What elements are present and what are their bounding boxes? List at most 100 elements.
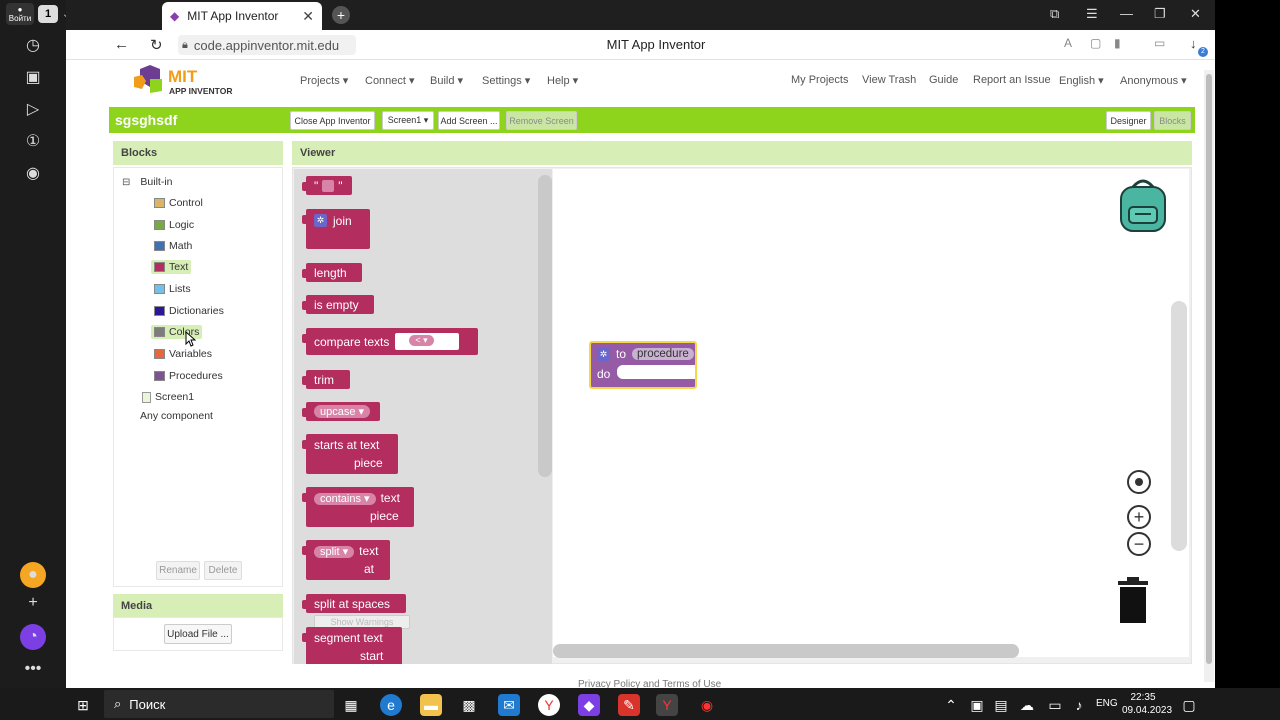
link-guide[interactable]: Guide (929, 74, 958, 86)
block-contains[interactable]: contains ▾ text piece (302, 487, 414, 527)
block-starts-at[interactable]: starts at text piece (302, 434, 398, 474)
extensions-icon[interactable]: ▢ (1090, 36, 1101, 50)
url-field[interactable]: 🔒︎ code.appinventor.mit.edu (178, 35, 356, 55)
login-button[interactable]: ● Войти (6, 3, 34, 25)
menu-account[interactable]: Anonymous ▾ (1120, 74, 1187, 87)
tray-display-icon[interactable]: ▭ (1044, 694, 1066, 716)
menu-help[interactable]: Help ▾ (547, 74, 578, 87)
back-icon[interactable]: ← (114, 36, 129, 53)
blocks-button[interactable]: Blocks (1154, 111, 1191, 130)
menu-connect[interactable]: Connect ▾ (365, 74, 415, 87)
tree-item-dictionaries[interactable]: Dictionaries (154, 305, 224, 317)
blocks-workspace[interactable]: ✲ to procedure do + − (553, 169, 1189, 657)
upload-file-button[interactable]: Upload File ... (164, 624, 232, 644)
upcase-dropdown[interactable]: upcase ▾ (314, 405, 371, 418)
play-icon[interactable]: ▷ (20, 96, 46, 122)
alice-icon[interactable]: ◔ (20, 624, 46, 650)
compare-operator-dropdown[interactable]: < ▾ (409, 335, 434, 346)
translate-icon[interactable]: A (1064, 36, 1072, 50)
flyout-scrollbar[interactable] (538, 175, 552, 477)
more-icon[interactable]: ••• (20, 656, 46, 682)
app-icon[interactable]: ● (20, 562, 46, 588)
link-view-trash[interactable]: View Trash (862, 74, 916, 86)
camera-icon[interactable]: ◉ (20, 160, 46, 186)
bookmark-icon[interactable]: ▮ (1114, 36, 1121, 50)
menu-build[interactable]: Build ▾ (430, 74, 463, 87)
tree-item-any-component[interactable]: Any component (140, 410, 213, 422)
store-icon[interactable]: ▩ (458, 694, 480, 716)
link-report-issue[interactable]: Report an Issue (973, 74, 1051, 86)
block-is-empty[interactable]: is empty (302, 295, 374, 314)
trash-icon[interactable] (1115, 577, 1151, 625)
download-icon[interactable]: ↓ (1190, 36, 1197, 51)
tree-item-control[interactable]: Control (154, 197, 203, 209)
maximize-icon[interactable]: ❐ (1154, 6, 1166, 22)
rename-button[interactable]: Rename (156, 561, 200, 580)
clock[interactable]: 22:35 09.04.2023 (1122, 691, 1172, 717)
tree-item-text[interactable]: Text (151, 260, 192, 274)
workspace-scrollbar[interactable] (1171, 301, 1187, 551)
tab-count-button[interactable]: 1 (38, 5, 58, 23)
block-upcase[interactable]: upcase ▾ (302, 402, 380, 421)
yandex-browser-icon[interactable]: Y (656, 694, 678, 716)
yandex-icon[interactable]: Y (538, 694, 560, 716)
zoom-in-icon[interactable]: + (1127, 505, 1151, 529)
bookmark-one-icon[interactable]: ① (20, 128, 46, 154)
screen-select[interactable]: Screen1 ▾ (382, 111, 434, 130)
taskbar-search[interactable]: ⌕ Поиск (104, 690, 334, 718)
close-tab-icon[interactable]: ✕ (302, 8, 314, 25)
collections-icon[interactable]: ▣ (20, 64, 46, 90)
backpack-icon[interactable] (1115, 177, 1171, 235)
task-view-icon[interactable]: ▦ (340, 694, 362, 716)
block-split-at-spaces[interactable]: split at spaces (302, 594, 406, 613)
sync-icon[interactable]: ▭ (1154, 36, 1165, 50)
tree-item-logic[interactable]: Logic (154, 219, 194, 231)
recenter-icon[interactable] (1127, 470, 1151, 494)
link-my-projects[interactable]: My Projects (791, 74, 848, 86)
contains-dropdown[interactable]: contains ▾ (314, 493, 376, 505)
tree-item-variables[interactable]: Variables (154, 348, 212, 360)
collections-icon[interactable]: ⧉ (1050, 6, 1059, 22)
remove-screen-button[interactable]: Remove Screen (506, 111, 577, 130)
tray-cloud-icon[interactable]: ☁ (1016, 694, 1038, 716)
workspace-horizontal-scrollbar[interactable] (553, 644, 1019, 658)
tree-builtin[interactable]: ⊟ Built-in (122, 176, 173, 188)
history-icon[interactable]: ◷ (20, 32, 46, 58)
app-inventor-logo[interactable]: MIT APP INVENTOR (132, 65, 242, 97)
page-scrollbar[interactable] (1204, 70, 1214, 682)
app-red-icon[interactable]: ✎ (618, 694, 640, 716)
split-dropdown[interactable]: split ▾ (314, 546, 355, 558)
menu-icon[interactable]: ☰ (1086, 6, 1098, 22)
mail-icon[interactable]: ✉ (498, 694, 520, 716)
tray-chevron-icon[interactable]: ⌃ (940, 694, 962, 716)
block-segment[interactable]: segment text start (302, 627, 402, 664)
menu-language[interactable]: English ▾ (1059, 74, 1104, 87)
designer-button[interactable]: Designer (1106, 111, 1151, 130)
block-compare-texts[interactable]: compare texts < ▾ (302, 328, 478, 355)
reload-icon[interactable]: ↻ (150, 36, 163, 54)
edge-icon[interactable]: e (380, 694, 402, 716)
recorder-icon[interactable]: ◉ (696, 694, 718, 716)
close-app-inventor-button[interactable]: Close App Inventor (290, 111, 375, 130)
language-indicator[interactable]: ENG (1096, 698, 1118, 709)
menu-settings[interactable]: Settings ▾ (482, 74, 530, 87)
add-icon[interactable]: + (20, 590, 46, 616)
block-text-string[interactable]: " " (302, 176, 352, 195)
block-procedure[interactable]: ✲ to procedure do (589, 341, 697, 389)
page-scrollbar-thumb[interactable] (1206, 74, 1212, 664)
menu-projects[interactable]: Projects ▾ (300, 74, 348, 87)
notifications-icon[interactable]: ▢ (1178, 694, 1200, 716)
tree-item-procedures[interactable]: Procedures (154, 370, 223, 382)
add-screen-button[interactable]: Add Screen ... (438, 111, 500, 130)
tray-volume-icon[interactable]: ♪ (1068, 694, 1090, 716)
procedure-name-field[interactable]: procedure (632, 348, 694, 360)
delete-button[interactable]: Delete (204, 561, 242, 580)
app-purple-icon[interactable]: ◆ (578, 694, 600, 716)
zoom-out-icon[interactable]: − (1127, 532, 1151, 556)
block-split[interactable]: split ▾ text at (302, 540, 390, 580)
block-length[interactable]: length (302, 263, 362, 282)
tree-item-screen1[interactable]: Screen1 (142, 391, 194, 403)
tray-usb-icon[interactable]: ▣ (966, 694, 988, 716)
tree-item-math[interactable]: Math (154, 240, 192, 252)
close-window-icon[interactable]: ✕ (1190, 6, 1201, 22)
